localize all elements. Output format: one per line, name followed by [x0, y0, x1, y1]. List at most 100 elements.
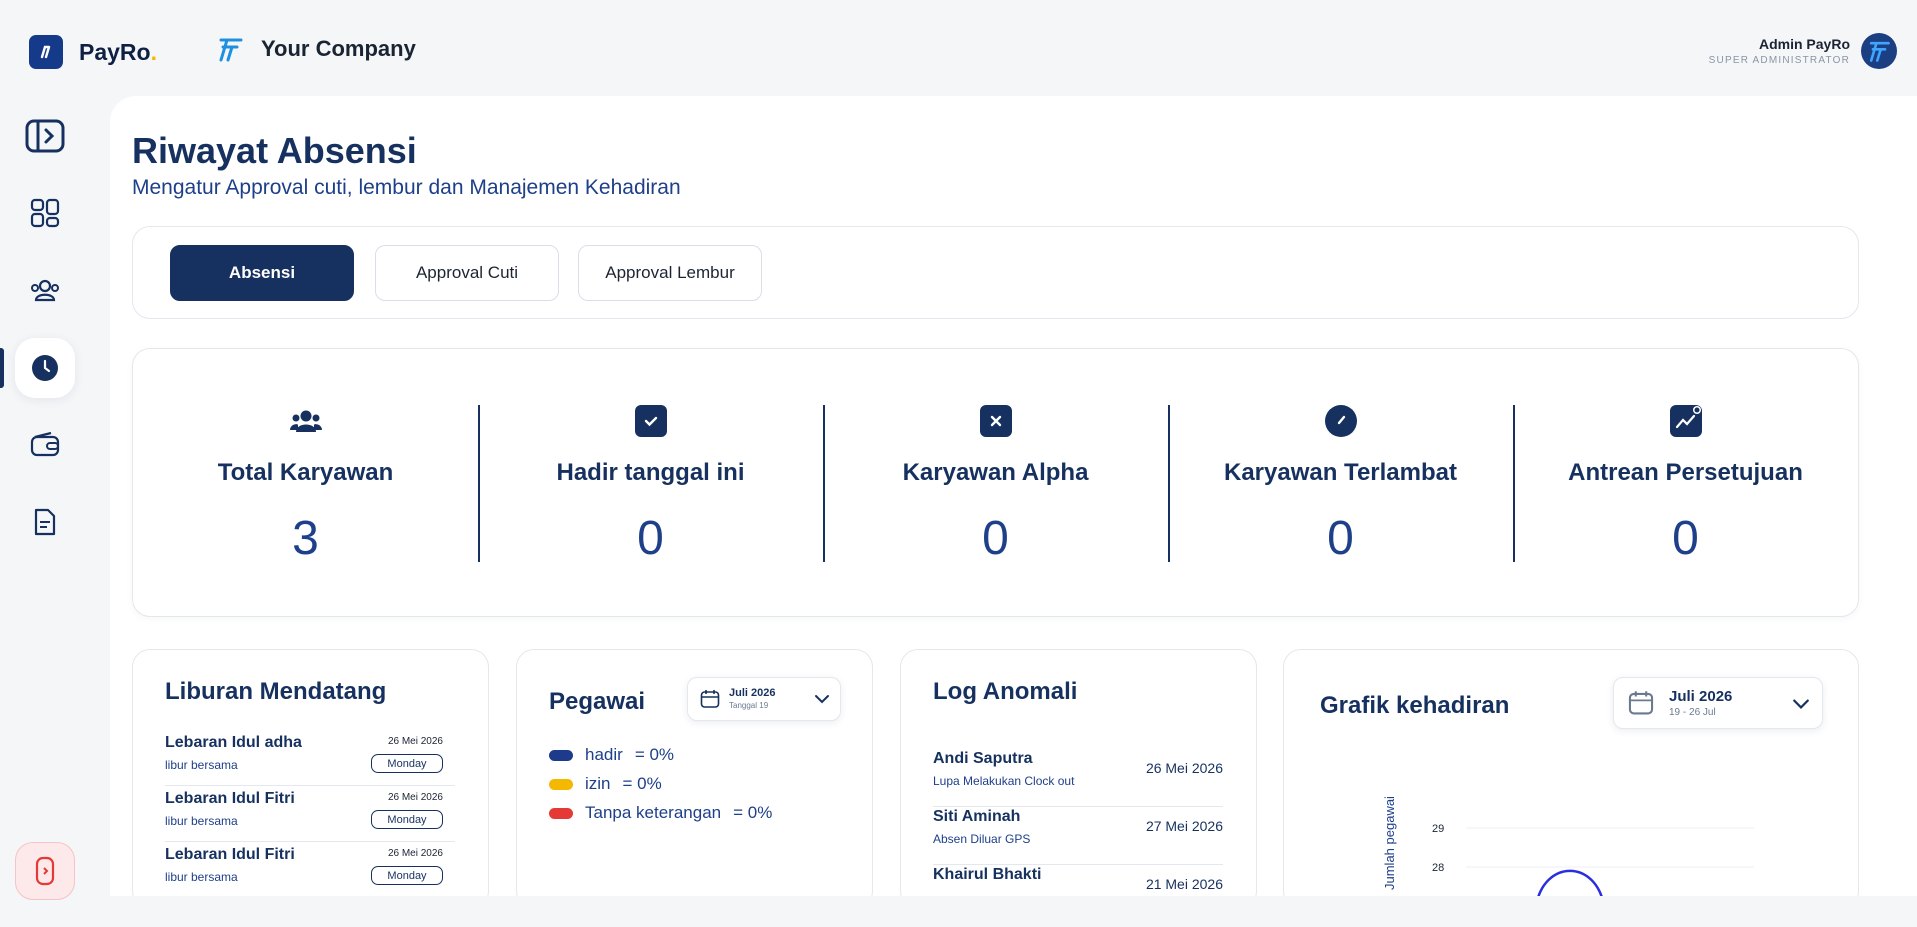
- holiday-desc: libur bersama: [165, 814, 238, 828]
- list-item[interactable]: Andi Saputra Lupa Melakukan Clock out 26…: [933, 750, 1223, 807]
- clock-icon: [1324, 405, 1357, 437]
- log-date: 21 Mei 2026: [1145, 876, 1223, 892]
- stat-hadir: Hadir tanggal ini 0: [478, 404, 823, 565]
- log-date: 26 Mei 2026: [1145, 760, 1223, 776]
- page-title: Riwayat Absensi: [132, 130, 417, 171]
- stat-value: 0: [982, 512, 1009, 565]
- picker-sub: Tanggal 19: [729, 701, 769, 710]
- document-icon[interactable]: [25, 502, 65, 542]
- holidays-card: Liburan Mendatang Lebaran Idul adha libu…: [132, 649, 489, 896]
- holiday-day-badge: Monday: [371, 866, 443, 885]
- sidebar-active-indicator: [0, 348, 4, 388]
- grafik-card: Grafik kehadiran Juli 2026 19 - 26 Jul J…: [1283, 649, 1859, 896]
- legend-swatch: [549, 749, 573, 761]
- company-selector[interactable]: Your Company: [215, 36, 416, 62]
- users-icon: [289, 410, 322, 432]
- holiday-desc: libur bersama: [165, 758, 238, 772]
- wallet-icon[interactable]: [25, 425, 65, 465]
- holiday-desc: libur bersama: [165, 870, 238, 884]
- stat-terlambat: Karyawan Terlambat 0: [1168, 404, 1513, 565]
- chevron-down-icon: [1793, 699, 1809, 709]
- calendar-icon: [1628, 691, 1654, 715]
- list-item[interactable]: Lebaran Idul Fitri libur bersama 26 Mei …: [165, 790, 455, 842]
- holiday-date: 26 Mei 2026: [387, 736, 443, 747]
- main-panel: Riwayat Absensi Mengatur Approval cuti, …: [110, 96, 1917, 896]
- dashboard-icon[interactable]: [25, 193, 65, 233]
- stat-label: Antrean Persetujuan: [1568, 459, 1803, 486]
- x-icon: [979, 405, 1012, 437]
- list-item[interactable]: Khairul Bhakti 21 Mei 2026: [933, 866, 1223, 896]
- stat-antrean: Antrean Persetujuan 0: [1513, 404, 1858, 565]
- legend-label: hadir: [585, 745, 623, 764]
- employees-icon[interactable]: [25, 270, 65, 310]
- user-menu[interactable]: Admin PayRo SUPER ADMINISTRATOR: [1709, 33, 1897, 69]
- payro-logo-icon: [29, 35, 63, 69]
- card-title: Grafik kehadiran: [1320, 692, 1510, 719]
- card-title: Pegawai: [549, 688, 646, 715]
- stats-card: Total Karyawan 3 Hadir tanggal ini 0 Kar…: [132, 348, 1859, 617]
- pegawai-card: Pegawai Juli 2026 Tanggal 19 hadir = 0% …: [516, 649, 873, 896]
- stat-value: 0: [637, 512, 664, 565]
- holiday-date: 26 Mei 2026: [387, 792, 443, 803]
- legend-value: = 0%: [634, 745, 675, 764]
- date-range-picker[interactable]: Juli 2026 19 - 26 Jul: [1613, 677, 1823, 729]
- company-name: Your Company: [261, 36, 416, 61]
- date-picker[interactable]: Juli 2026 Tanggal 19: [687, 677, 841, 721]
- tab-approval-cuti[interactable]: Approval Cuti: [375, 245, 559, 301]
- stat-alpha: Karyawan Alpha 0: [823, 404, 1168, 565]
- y-tick-label: 28: [1432, 862, 1444, 874]
- holiday-day-badge: Monday: [371, 754, 443, 773]
- tab-approval-lembur[interactable]: Approval Lembur: [578, 245, 762, 301]
- log-date: 27 Mei 2026: [1145, 818, 1223, 834]
- card-title: Liburan Mendatang: [165, 678, 387, 705]
- list-item[interactable]: Lebaran Idul adha libur bersama 26 Mei 2…: [165, 734, 455, 786]
- company-logo-icon: [219, 38, 243, 62]
- log-desc: Absen Diluar GPS: [933, 832, 1031, 846]
- trend-icon: [1669, 405, 1702, 437]
- tab-bar: Absensi Approval Cuti Approval Lembur: [132, 226, 1859, 319]
- legend-label: Tanpa keterangan: [585, 803, 722, 822]
- user-role: SUPER ADMINISTRATOR: [1708, 55, 1850, 66]
- picker-sub: 19 - 26 Jul: [1669, 707, 1716, 718]
- series-line: [1537, 869, 1603, 896]
- avatar[interactable]: [1861, 33, 1897, 69]
- legend-value: = 0%: [733, 803, 773, 822]
- holiday-name: Lebaran Idul Fitri: [165, 790, 295, 807]
- sidebar-toggle-icon[interactable]: [25, 116, 65, 156]
- legend-izin: izin = 0%: [549, 774, 662, 794]
- company-logo-icon: [1869, 41, 1890, 62]
- picker-month: Juli 2026: [1669, 688, 1733, 705]
- calendar-icon: [700, 690, 720, 708]
- anomali-card: Log Anomali Andi Saputra Lupa Melakukan …: [900, 649, 1257, 896]
- tab-absensi[interactable]: Absensi: [170, 245, 354, 301]
- legend-tanpa-keterangan: Tanpa keterangan = 0%: [549, 803, 772, 823]
- stat-label: Hadir tanggal ini: [556, 459, 745, 486]
- stat-label: Karyawan Alpha: [902, 459, 1089, 486]
- legend-swatch: [549, 807, 573, 819]
- stat-value: 0: [1672, 512, 1699, 565]
- logout-button[interactable]: [15, 842, 75, 900]
- log-desc: Lupa Melakukan Clock out: [933, 774, 1075, 788]
- stat-label: Total Karyawan: [217, 459, 394, 486]
- list-item[interactable]: Lebaran Idul Fitri libur bersama 26 Mei …: [165, 846, 455, 896]
- logout-icon: [35, 856, 55, 886]
- clock-icon: [32, 355, 58, 381]
- card-title: Log Anomali: [933, 678, 1078, 705]
- brand-name: PayRo.: [79, 38, 157, 65]
- y-tick-label: 29: [1432, 823, 1444, 835]
- user-name: Admin PayRo: [1758, 36, 1850, 52]
- log-name: Khairul Bhakti: [933, 866, 1042, 883]
- legend-value: = 0%: [622, 774, 662, 793]
- holiday-name: Lebaran Idul Fitri: [165, 846, 295, 863]
- holiday-name: Lebaran Idul adha: [165, 734, 302, 751]
- legend-swatch: [549, 778, 573, 790]
- stat-value: 0: [1327, 512, 1354, 565]
- attendance-nav-button[interactable]: [15, 338, 75, 398]
- list-item[interactable]: Siti Aminah Absen Diluar GPS 27 Mei 2026: [933, 808, 1223, 865]
- picker-month: Juli 2026: [729, 687, 776, 699]
- stat-value: 3: [292, 512, 319, 565]
- brand-logo[interactable]: PayRo.: [29, 35, 157, 69]
- y-axis-label: Jumlah pegawai: [1382, 796, 1397, 890]
- log-name: Andi Saputra: [933, 750, 1033, 767]
- legend-hadir: hadir = 0%: [549, 745, 674, 765]
